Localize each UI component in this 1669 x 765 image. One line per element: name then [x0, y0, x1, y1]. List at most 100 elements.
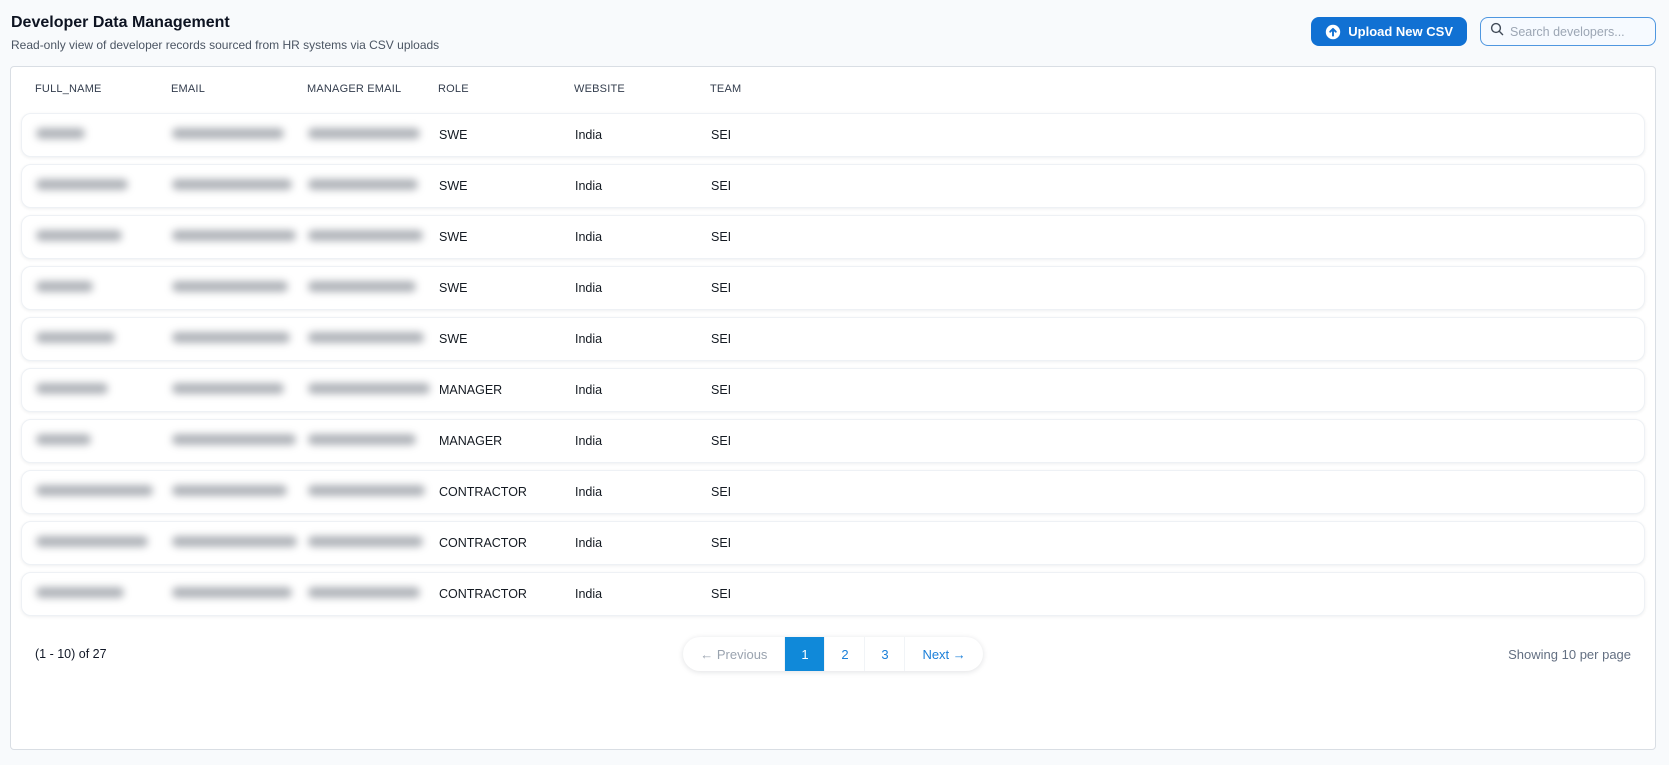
cell-website: India — [575, 281, 603, 295]
table-row: MANAGER India SEI — [21, 368, 1645, 412]
pagination-previous-button[interactable]: ← Previous — [683, 637, 786, 671]
redacted-manager-email — [308, 332, 424, 343]
per-page-label: Showing 10 per page — [1508, 646, 1632, 662]
cell-role: CONTRACTOR — [439, 587, 527, 601]
cell-team: SEI — [711, 485, 732, 499]
redacted-full-name — [36, 128, 85, 139]
cell-website: India — [575, 536, 603, 550]
column-header-manager-email: MANAGER EMAIL — [307, 83, 402, 95]
cell-full-name — [36, 536, 172, 550]
pagination-page-3[interactable]: 3 — [865, 637, 906, 671]
table-body: SWE India SEI SWE India SEI SWE India SE… — [21, 113, 1645, 616]
cell-role: MANAGER — [439, 434, 503, 448]
cell-manager-email — [308, 485, 439, 499]
redacted-full-name — [36, 587, 124, 598]
cell-email — [172, 179, 308, 193]
table-row: SWE India SEI — [21, 317, 1645, 361]
table-row: SWE India SEI — [21, 266, 1645, 310]
table-header-row: FULL_NAME EMAIL MANAGER EMAIL ROLE WEBSI… — [21, 67, 1645, 107]
table-row: CONTRACTOR India SEI — [21, 521, 1645, 565]
upload-icon — [1325, 24, 1341, 40]
search-icon — [1490, 22, 1504, 41]
cell-manager-email — [308, 332, 439, 346]
column-header-role: ROLE — [438, 83, 469, 95]
redacted-email — [172, 434, 296, 445]
search-box — [1480, 17, 1656, 46]
cell-manager-email — [308, 434, 439, 448]
cell-full-name — [36, 587, 172, 601]
cell-email — [172, 128, 308, 142]
redacted-email — [172, 383, 284, 394]
cell-website: India — [575, 179, 603, 193]
redacted-full-name — [36, 485, 153, 496]
cell-team: SEI — [711, 332, 732, 346]
redacted-email — [172, 332, 290, 343]
cell-team: SEI — [711, 587, 732, 601]
redacted-full-name — [36, 281, 93, 292]
redacted-full-name — [36, 332, 115, 343]
pagination-page-1[interactable]: 1 — [785, 637, 826, 671]
redacted-email — [172, 179, 292, 190]
redacted-manager-email — [308, 434, 416, 445]
redacted-manager-email — [308, 587, 420, 598]
cell-full-name — [36, 485, 172, 499]
redacted-email — [172, 536, 297, 547]
cell-full-name — [36, 383, 172, 397]
cell-manager-email — [308, 179, 439, 193]
redacted-manager-email — [308, 383, 430, 394]
table-row: MANAGER India SEI — [21, 419, 1645, 463]
redacted-manager-email — [308, 230, 423, 241]
cell-team: SEI — [711, 230, 732, 244]
developer-table-card: FULL_NAME EMAIL MANAGER EMAIL ROLE WEBSI… — [10, 66, 1656, 750]
header-actions: Upload New CSV — [1311, 17, 1656, 46]
page-subtitle: Read-only view of developer records sour… — [11, 38, 440, 52]
cell-website: India — [575, 383, 603, 397]
cell-website: India — [575, 230, 603, 244]
column-header-website: WEBSITE — [574, 83, 625, 95]
cell-role: SWE — [439, 179, 468, 193]
table-row: CONTRACTOR India SEI — [21, 572, 1645, 616]
cell-manager-email — [308, 383, 439, 397]
redacted-manager-email — [308, 485, 425, 496]
redacted-email — [172, 281, 288, 292]
cell-full-name — [36, 434, 172, 448]
cell-website: India — [575, 128, 603, 142]
cell-team: SEI — [711, 536, 732, 550]
pagination-next-button[interactable]: Next → — [905, 637, 982, 671]
cell-email — [172, 383, 308, 397]
cell-manager-email — [308, 281, 439, 295]
cell-role: SWE — [439, 332, 468, 346]
cell-role: SWE — [439, 281, 468, 295]
redacted-email — [172, 128, 284, 139]
pagination: ← Previous 1 2 3 Next → — [683, 637, 983, 671]
cell-full-name — [36, 128, 172, 142]
redacted-manager-email — [308, 281, 416, 292]
redacted-email — [172, 230, 296, 241]
cell-full-name — [36, 281, 172, 295]
search-input[interactable] — [1510, 24, 1646, 39]
page-header: Developer Data Management Read-only view… — [11, 13, 1656, 52]
cell-full-name — [36, 230, 172, 244]
cell-team: SEI — [711, 179, 732, 193]
cell-email — [172, 332, 308, 346]
upload-csv-button[interactable]: Upload New CSV — [1311, 17, 1467, 46]
column-header-email: EMAIL — [171, 83, 206, 95]
redacted-manager-email — [308, 536, 423, 547]
cell-email — [172, 434, 308, 448]
column-header-team: TEAM — [710, 83, 742, 95]
redacted-email — [172, 485, 287, 496]
cell-full-name — [36, 332, 172, 346]
pagination-page-2[interactable]: 2 — [825, 637, 866, 671]
page-title: Developer Data Management — [11, 14, 230, 31]
redacted-manager-email — [308, 128, 420, 139]
cell-email — [172, 536, 308, 550]
cell-email — [172, 230, 308, 244]
redacted-email — [172, 587, 292, 598]
cell-role: CONTRACTOR — [439, 485, 527, 499]
cell-email — [172, 281, 308, 295]
cell-team: SEI — [711, 128, 732, 142]
redacted-manager-email — [308, 179, 418, 190]
table-footer: (1 - 10) of 27 ← Previous 1 2 3 Next → S… — [35, 637, 1631, 671]
redacted-full-name — [36, 434, 91, 445]
cell-manager-email — [308, 230, 439, 244]
